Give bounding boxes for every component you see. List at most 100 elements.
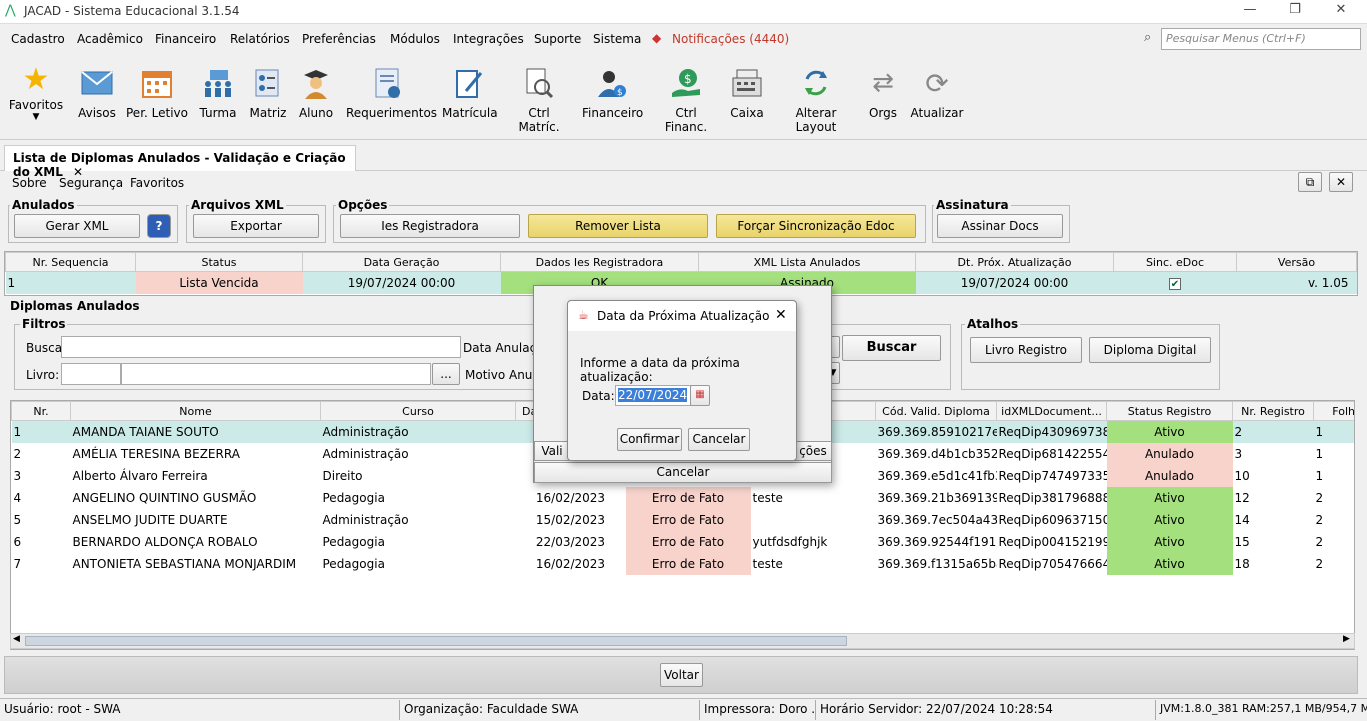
confirmar-button[interactable]: Confirmar (617, 428, 682, 451)
toolbar-alterar-layout[interactable]: Alterar Layout (776, 66, 856, 134)
toolbar-financeiro[interactable]: $ Financeiro (582, 66, 643, 120)
maximize-icon[interactable]: ❐ (1285, 2, 1305, 20)
toolbar-label: Caixa (730, 106, 764, 120)
submenu-sobre[interactable]: Sobre (12, 176, 47, 190)
scroll-left-icon[interactable]: ◀ (13, 634, 20, 644)
table-row[interactable]: 7 ANTONIETA SEBASTIANA MONJARDIM Pedagogia… (12, 552, 1355, 575)
toolbar-matriz[interactable]: Matriz (248, 66, 288, 120)
remover-lista-button[interactable]: Remover Lista (528, 214, 708, 238)
livro-name-input[interactable] (121, 363, 431, 385)
table-row[interactable]: 4 ANGELINO QUINTINO GUSMÃO Pedagogia 16/02/… (12, 486, 1355, 509)
assinar-docs-button[interactable]: Assinar Docs (937, 214, 1063, 238)
menu-preferencias[interactable]: Preferências (302, 32, 376, 46)
java-icon: ☕ (578, 308, 589, 322)
diploma-digital-button[interactable]: Diploma Digital (1089, 337, 1211, 363)
menu-integracoes[interactable]: Integrações (453, 32, 524, 46)
col-header[interactable]: Nr. Sequencia (5, 252, 136, 272)
date-input[interactable]: 22/07/2024 (615, 385, 691, 406)
toolbar-caixa[interactable]: Caixa (728, 66, 766, 120)
livro-lookup-button[interactable]: ... (432, 363, 460, 385)
cell-nr: 4 (13, 490, 22, 505)
help-icon[interactable]: ? (147, 214, 171, 238)
col-header[interactable]: Versão (1236, 252, 1357, 272)
request-document-icon (346, 66, 430, 100)
toolbar-matricula[interactable]: Matrícula (442, 66, 498, 120)
col-header[interactable]: Nr. Registro (1232, 401, 1314, 421)
menu-modulos[interactable]: Módulos (390, 32, 440, 46)
col-header[interactable]: Nr. (11, 401, 71, 421)
toolbar-favoritos[interactable]: ★ Favoritos ▼ (8, 62, 64, 123)
menu-financeiro[interactable]: Financeiro (155, 32, 216, 46)
cell-cod: 369.369.d4b1cb352af4 (877, 446, 997, 461)
cell-curso: Pedagogia (322, 490, 385, 505)
cancelar-button[interactable]: Cancelar (688, 428, 750, 451)
livro-code-input[interactable] (61, 363, 121, 385)
toolbar-aluno[interactable]: Aluno (296, 66, 336, 120)
sync-checkbox[interactable]: ✔ (1114, 272, 1237, 294)
menu-sistema[interactable]: Sistema (593, 32, 641, 46)
scroll-thumb[interactable] (25, 636, 847, 646)
menu-academico[interactable]: Acadêmico (77, 32, 143, 46)
options-button[interactable]: ções (794, 441, 832, 461)
col-header[interactable]: XML Lista Anulados (698, 252, 916, 272)
col-header[interactable]: Status Registro (1106, 401, 1233, 421)
livro-registro-button[interactable]: Livro Registro (970, 337, 1082, 363)
tab-diplomas-anulados[interactable]: Lista de Diplomas Anulados - Validação e… (4, 145, 356, 179)
minimize-icon[interactable]: — (1240, 2, 1260, 20)
menu-relatorios[interactable]: Relatórios (230, 32, 290, 46)
detach-icon[interactable]: ⧉ (1298, 172, 1322, 192)
toolbar-ctrl-matric[interactable]: Ctrl Matríc. (508, 66, 570, 134)
toolbar-atualizar[interactable]: ⟳ Atualizar (910, 66, 964, 121)
dialog-close-icon[interactable]: ✕ (775, 307, 787, 323)
gerar-xml-button[interactable]: Gerar XML (14, 214, 140, 238)
buscar-button[interactable]: Buscar (842, 335, 941, 361)
toolbar-avisos[interactable]: Avisos (74, 66, 120, 120)
validate-button[interactable]: Vali (534, 441, 570, 461)
cell-status: Anulado (1106, 442, 1233, 465)
close-window-icon[interactable]: ✕ (1331, 2, 1351, 20)
col-header[interactable]: Data Geração (302, 252, 501, 272)
submenu-seguranca[interactable]: Segurança (59, 176, 123, 190)
motivo-label: Motivo Anula (465, 368, 544, 382)
col-header[interactable]: Nome (70, 401, 321, 421)
toolbar-turma[interactable]: Turma (196, 66, 240, 120)
cell-cod: 369.369.f1315a65bab6 (877, 556, 997, 571)
forcar-sincronizacao-button[interactable]: Forçar Sincronização Edoc (716, 214, 916, 238)
horizontal-scrollbar[interactable]: ◀ ▶ (10, 633, 1355, 649)
col-header[interactable]: Curso (320, 401, 516, 421)
status-server: Horário Servidor: 22/07/2024 10:28:54 (816, 700, 1156, 720)
cell-id: ReqDip7054766647... (998, 556, 1107, 571)
voltar-button[interactable]: Voltar (660, 663, 703, 687)
col-header[interactable]: Cód. Valid. Diploma (875, 401, 997, 421)
cell-id: ReqDip7474973359... (998, 468, 1107, 483)
toolbar-ctrl-financ[interactable]: $ Ctrl Financ. (654, 66, 718, 134)
menu-cadastro[interactable]: Cadastro (11, 32, 65, 46)
toolbar-orgs[interactable]: ⇄ Orgs (864, 66, 902, 120)
table-row[interactable]: 5 ANSELMO JUDITE DUARTE Administração 15/02… (12, 508, 1355, 531)
group-assinatura-title: Assinatura (934, 198, 1011, 212)
refresh-icon: ⟳ (925, 66, 949, 100)
calendar-picker-icon[interactable]: ▦ (690, 385, 710, 406)
scroll-right-icon[interactable]: ▶ (1343, 634, 1350, 644)
col-header[interactable]: idXMLDocument... (996, 401, 1107, 421)
busca-input[interactable] (61, 336, 461, 358)
toolbar-requerimentos[interactable]: Requerimentos (346, 66, 437, 120)
search-menus-input[interactable]: Pesquisar Menus (Ctrl+F) (1161, 28, 1361, 50)
cell-versao: v. 1.05 (1307, 275, 1349, 290)
col-header[interactable]: Sinc. eDoc (1113, 252, 1237, 272)
col-header[interactable]: Dt. Próx. Atualização (915, 252, 1114, 272)
toolbar-per-letivo[interactable]: Per. Letivo (126, 66, 188, 120)
menu-suporte[interactable]: Suporte (534, 32, 581, 46)
cancel-progress-button[interactable]: Cancelar (534, 462, 832, 483)
submenu-favoritos[interactable]: Favoritos (130, 176, 184, 190)
table-row[interactable]: 6 BERNARDO ALDONÇA ROBALO Pedagogia 22/03/2… (12, 530, 1355, 553)
col-header[interactable]: Dados Ies Registradora (500, 252, 699, 272)
cell-data: 19/07/2024 00:00 (347, 275, 456, 290)
cell-curso: Pedagogia (322, 556, 385, 571)
exportar-button[interactable]: Exportar (193, 214, 319, 238)
ies-registradora-button[interactable]: Ies Registradora (340, 214, 520, 238)
close-panel-icon[interactable]: ✕ (1329, 172, 1353, 192)
menu-notifications[interactable]: Notificações (4440) (672, 32, 789, 46)
col-header[interactable]: Status (135, 252, 303, 272)
col-header[interactable]: Folha (1313, 401, 1354, 421)
